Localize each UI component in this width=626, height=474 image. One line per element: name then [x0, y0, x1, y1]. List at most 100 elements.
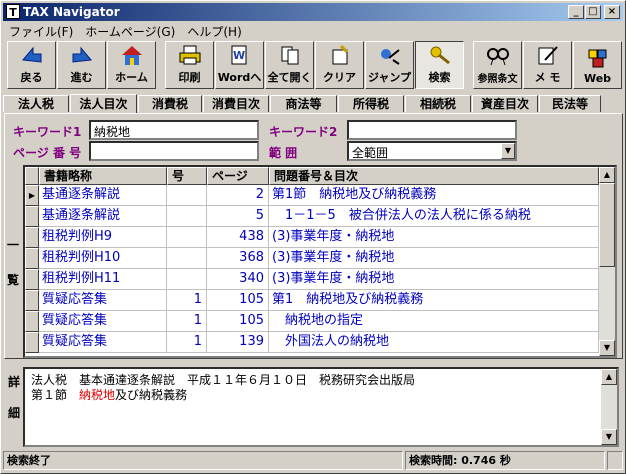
search-key-icon — [427, 44, 453, 66]
cell-book: 質疑応答集 — [39, 311, 167, 332]
table-row[interactable]: 基通逐条解説 5 1－1－5 被合併法人の法人税に係る納税 — [25, 206, 599, 227]
tab-corporate-index[interactable]: 法人目次 — [70, 94, 137, 113]
open-all-icon — [277, 44, 303, 66]
cell-book: 基通逐条解説 — [39, 185, 167, 206]
detail-scroll-down-icon[interactable]: ▼ — [601, 429, 617, 445]
table-row[interactable]: 質疑応答集 1 139 外国法人の納税地 — [25, 332, 599, 353]
tab-consumption-index[interactable]: 消費目次 — [203, 95, 269, 112]
scroll-down-icon[interactable]: ▼ — [599, 340, 615, 356]
tab-commercial-law[interactable]: 商法等 — [270, 95, 337, 112]
tab-bar: 法人税 法人目次 消費税 消費目次 商法等 所得税 相続税 資産目次 民法等 — [3, 94, 623, 113]
chevron-down-icon[interactable]: ▼ — [501, 143, 515, 159]
jump-button[interactable]: ジャンプ — [365, 41, 414, 89]
detail-scroll-up-icon[interactable]: ▲ — [601, 369, 617, 385]
list-side-tab[interactable]: 一 覧 — [4, 166, 22, 356]
menu-file[interactable]: ファイル(F) — [3, 23, 79, 40]
memo-button[interactable]: メ モ — [523, 41, 572, 89]
cell-title: 第1 納税地及び納税義務 — [269, 290, 599, 311]
keyword2-input[interactable] — [347, 120, 517, 140]
cell-title: 1－1－5 被合併法人の法人税に係る納税 — [269, 206, 599, 227]
svg-text:W: W — [233, 49, 245, 62]
close-button[interactable]: × — [604, 5, 620, 19]
cell-no — [167, 185, 207, 206]
search-button[interactable]: 検索 — [415, 41, 464, 89]
forward-button[interactable]: 進む — [57, 41, 106, 89]
tab-inheritance-tax[interactable]: 相続税 — [405, 95, 471, 112]
grid-scrollbar[interactable]: ▲ ▼ — [599, 167, 615, 356]
scroll-thumb[interactable] — [599, 183, 615, 267]
range-label: 範 囲 — [269, 146, 298, 160]
menu-homepage[interactable]: ホームページ(G) — [79, 23, 181, 40]
resize-grip-icon[interactable] — [607, 451, 623, 470]
table-row[interactable]: 租税判例H10 368 (3)事業年度・納税地 — [25, 248, 599, 269]
page-number-input[interactable] — [89, 141, 259, 161]
cell-book: 基通逐条解説 — [39, 206, 167, 227]
tab-civil-law[interactable]: 民法等 — [539, 95, 601, 112]
maximize-button[interactable]: □ — [585, 5, 601, 19]
range-select[interactable]: 全範囲 ▼ — [347, 141, 517, 161]
detail-line-2: 第１節 納税地及び納税義務 — [31, 388, 188, 402]
tab-asset-index[interactable]: 資産目次 — [472, 95, 538, 112]
grid-header: 書籍略称 号 ページ 問題番号＆目次 — [25, 167, 599, 185]
keyword1-input[interactable]: 納税地 — [89, 120, 259, 140]
cell-title: 外国法人の納税地 — [269, 332, 599, 353]
row-header[interactable] — [25, 290, 39, 311]
scroll-up-icon[interactable]: ▲ — [599, 167, 615, 183]
print-button[interactable]: 印刷 — [165, 41, 214, 89]
current-row-indicator-icon[interactable]: ▶ — [25, 185, 39, 206]
table-row[interactable]: 租税判例H11 340 (3)事業年度・納税地 — [25, 269, 599, 290]
back-arrow-icon — [19, 44, 45, 66]
table-row[interactable]: ▶ 基通逐条解説 2 第1節 納税地及び納税義務 — [25, 185, 599, 206]
row-header[interactable] — [25, 332, 39, 353]
row-header[interactable] — [25, 248, 39, 269]
detail-pane[interactable]: 法人税 基本通達逐条解説 平成１１年６月１０日 税務研究会出版局 第１節 納税地… — [23, 367, 619, 447]
title-bar[interactable]: T TAX Navigator _ □ × — [3, 3, 623, 21]
row-header[interactable] — [25, 311, 39, 332]
detail-scrollbar[interactable]: ▲ ▼ — [601, 369, 617, 445]
tab-income-tax[interactable]: 所得税 — [338, 95, 404, 112]
col-page-header[interactable]: ページ — [207, 167, 269, 185]
col-title-header[interactable]: 問題番号＆目次 — [269, 167, 599, 185]
menu-help[interactable]: ヘルプ(H) — [181, 23, 247, 40]
cell-page: 340 — [207, 269, 269, 290]
cell-title: 納税地の指定 — [269, 311, 599, 332]
range-value: 全範囲 — [352, 146, 389, 160]
col-book-header[interactable]: 書籍略称 — [39, 167, 167, 185]
table-row[interactable]: 質疑応答集 1 105 第1 納税地及び納税義務 — [25, 290, 599, 311]
tab-corporate-tax[interactable]: 法人税 — [3, 95, 69, 112]
printer-icon — [177, 44, 203, 66]
word-button[interactable]: W Wordへ — [215, 41, 264, 89]
cell-title: 第1節 納税地及び納税義務 — [269, 185, 599, 206]
detail-side-tab[interactable]: 詳 細 — [6, 373, 22, 443]
row-header[interactable] — [25, 269, 39, 290]
web-icon — [585, 47, 611, 69]
home-button[interactable]: ホーム — [107, 41, 156, 89]
memo-icon — [535, 44, 561, 66]
row-header[interactable] — [25, 227, 39, 248]
row-header[interactable] — [25, 206, 39, 227]
status-bar: 検索終了 検索時間: 0.746 秒 — [3, 451, 623, 471]
minimize-button[interactable]: _ — [568, 5, 584, 19]
grid-corner — [25, 167, 39, 185]
web-button[interactable]: Web — [573, 41, 622, 89]
cell-no — [167, 206, 207, 227]
clear-button[interactable]: クリア — [315, 41, 364, 89]
word-icon: W — [227, 44, 253, 66]
keyword-highlight: 納税地 — [79, 388, 116, 402]
cell-page: 5 — [207, 206, 269, 227]
back-button[interactable]: 戻る — [7, 41, 56, 89]
open-all-button[interactable]: 全て開く — [265, 41, 314, 89]
tab-consumption-tax[interactable]: 消費税 — [138, 95, 202, 112]
window-controls: _ □ × — [567, 5, 620, 19]
forward-arrow-icon — [69, 44, 95, 66]
cell-title: (3)事業年度・納税地 — [269, 269, 599, 290]
reference-button[interactable]: 参照条文 — [473, 41, 522, 89]
table-row[interactable]: 租税判例H9 438 (3)事業年度・納税地 — [25, 227, 599, 248]
col-no-header[interactable]: 号 — [167, 167, 207, 185]
cell-title: (3)事業年度・納税地 — [269, 227, 599, 248]
table-row[interactable]: 質疑応答集 1 105 納税地の指定 — [25, 311, 599, 332]
detail-line-1: 法人税 基本通達逐条解説 平成１１年６月１０日 税務研究会出版局 — [31, 373, 416, 387]
cell-no: 1 — [167, 332, 207, 353]
window-title: TAX Navigator — [23, 5, 120, 19]
toolbar: 戻る 進む ホーム 印刷 W Wordへ 全て開く クリア ジャンプ 検索 参照… — [3, 41, 623, 93]
